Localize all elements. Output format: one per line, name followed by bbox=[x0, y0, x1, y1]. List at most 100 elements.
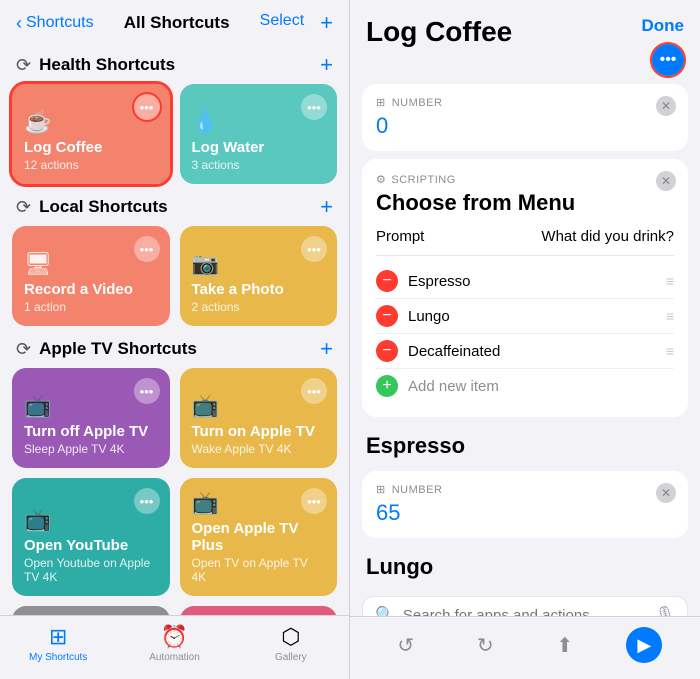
add-shortcut-button[interactable]: + bbox=[320, 12, 333, 34]
chevron-left-icon: ‹ bbox=[16, 13, 22, 34]
redo-button[interactable]: ↻ bbox=[467, 627, 503, 663]
take-photo-card[interactable]: 📷 Take a Photo 2 actions ••• bbox=[180, 226, 338, 326]
tab-gallery[interactable]: ⬡ Gallery bbox=[233, 624, 349, 663]
prompt-value[interactable]: What did you drink? bbox=[541, 228, 674, 245]
log-water-menu-button[interactable]: ••• bbox=[301, 94, 327, 120]
open-apple-music-card[interactable]: 📺 Open Apple Music Open Music on Apple T… bbox=[12, 606, 170, 615]
right-content: ⊞ NUMBER 0 ✕ ⚙ SCRIPTING Choose from Men… bbox=[350, 84, 700, 616]
appletv-section-header: ⟳ Apple TV Shortcuts + bbox=[12, 326, 337, 368]
espresso-number-label: ⊞ NUMBER bbox=[376, 483, 674, 496]
scripting-badge: ⚙ SCRIPTING bbox=[376, 173, 674, 186]
log-water-count: 3 actions bbox=[192, 158, 326, 172]
decaffeinated-label: Decaffeinated bbox=[408, 343, 656, 360]
turn-off-tv-menu-button[interactable]: ••• bbox=[134, 378, 160, 404]
add-menu-item-button[interactable]: + bbox=[376, 375, 398, 397]
add-menu-item-row: + Add new item bbox=[376, 369, 674, 403]
open-youtube-menu-button[interactable]: ••• bbox=[134, 488, 160, 514]
turn-off-tv-count: Sleep Apple TV 4K bbox=[24, 442, 158, 456]
open-appletv-plus-count: Open TV on Apple TV 4K bbox=[192, 556, 326, 584]
local-add-button[interactable]: + bbox=[320, 196, 333, 218]
turn-on-tv-menu-button[interactable]: ••• bbox=[301, 378, 327, 404]
appletv-shortcuts-grid: 📺 Turn off Apple TV Sleep Apple TV 4K ••… bbox=[12, 368, 337, 615]
divider-1 bbox=[376, 255, 674, 256]
record-video-count: 1 action bbox=[24, 300, 158, 314]
back-button[interactable]: ‹ Shortcuts bbox=[16, 13, 94, 34]
remove-espresso-button[interactable]: − bbox=[376, 270, 398, 292]
espresso-section: Espresso bbox=[362, 425, 688, 467]
right-header: Log Coffee Done ••• bbox=[350, 0, 700, 84]
turn-on-tv-name: Turn on Apple TV bbox=[192, 423, 326, 440]
menu-item-espresso: − Espresso ≡ bbox=[376, 264, 674, 299]
number-value[interactable]: 0 bbox=[376, 113, 388, 138]
search-input[interactable] bbox=[403, 607, 647, 617]
search-bar[interactable]: 🔍 🎙 bbox=[362, 596, 688, 616]
scripting-badge-icon: ⚙ bbox=[376, 173, 386, 186]
more-options-button[interactable]: ••• bbox=[652, 44, 684, 76]
number-dismiss-button[interactable]: ✕ bbox=[656, 96, 676, 116]
tab-automation[interactable]: ⏰ Automation bbox=[116, 624, 232, 663]
take-photo-menu-button[interactable]: ••• bbox=[301, 236, 327, 262]
log-coffee-count: 12 actions bbox=[24, 158, 158, 172]
left-panel: ‹ Shortcuts All Shortcuts Select + ⟳ Hea… bbox=[0, 0, 350, 679]
open-appletv-plus-card[interactable]: 📺 Open Apple TV Plus Open TV on Apple TV… bbox=[180, 478, 338, 596]
number-label: ⊞ NUMBER bbox=[376, 96, 674, 109]
number-grid-icon: ⊞ bbox=[376, 96, 386, 109]
open-youtube-icon: 📺 bbox=[24, 507, 158, 533]
espresso-number-value[interactable]: 65 bbox=[376, 500, 400, 525]
log-coffee-menu-button[interactable]: ••• bbox=[134, 94, 160, 120]
menu-item-lungo: − Lungo ≡ bbox=[376, 299, 674, 334]
done-button[interactable]: Done bbox=[642, 16, 685, 36]
log-water-card[interactable]: 💧 Log Water 3 actions ••• bbox=[180, 84, 338, 184]
remove-lungo-button[interactable]: − bbox=[376, 305, 398, 327]
record-video-card[interactable]: 🖥 Record a Video 1 action ••• bbox=[12, 226, 170, 326]
tab-bar: ⊞ My Shortcuts ⏰ Automation ⬡ Gallery bbox=[0, 615, 349, 679]
remove-decaffeinated-button[interactable]: − bbox=[376, 340, 398, 362]
appletv-section-icon: ⟳ bbox=[16, 339, 31, 360]
health-add-button[interactable]: + bbox=[320, 54, 333, 76]
espresso-number-dismiss-button[interactable]: ✕ bbox=[656, 483, 676, 503]
lungo-section: Lungo bbox=[362, 546, 688, 588]
take-photo-count: 2 actions bbox=[192, 300, 326, 314]
open-hbo-card[interactable]: 📺 Open HBO GO Open HBO GO on Apple ••• bbox=[180, 606, 338, 615]
my-shortcuts-label: My Shortcuts bbox=[29, 652, 87, 663]
record-video-menu-button[interactable]: ••• bbox=[134, 236, 160, 262]
lungo-label: Lungo bbox=[408, 308, 656, 325]
scripting-action-card: ⚙ SCRIPTING Choose from Menu ✕ Prompt Wh… bbox=[362, 159, 688, 417]
mic-icon[interactable]: 🎙 bbox=[655, 605, 675, 616]
select-button[interactable]: Select bbox=[260, 12, 304, 34]
decaffeinated-drag-handle[interactable]: ≡ bbox=[666, 343, 674, 359]
appletv-add-button[interactable]: + bbox=[320, 338, 333, 360]
top-nav: ‹ Shortcuts All Shortcuts Select + bbox=[0, 0, 349, 42]
gallery-icon: ⬡ bbox=[281, 624, 300, 650]
local-section-title: Local Shortcuts bbox=[39, 197, 167, 217]
log-water-name: Log Water bbox=[192, 139, 326, 156]
lungo-drag-handle[interactable]: ≡ bbox=[666, 308, 674, 324]
right-panel: Log Coffee Done ••• ⊞ NUMBER 0 ✕ ⚙ SCRIP… bbox=[350, 0, 700, 679]
tab-my-shortcuts[interactable]: ⊞ My Shortcuts bbox=[0, 624, 116, 663]
local-section-header: ⟳ Local Shortcuts + bbox=[12, 184, 337, 226]
health-section-title: Health Shortcuts bbox=[39, 55, 175, 75]
share-button[interactable]: ⬆ bbox=[547, 627, 583, 663]
open-appletv-plus-menu-button[interactable]: ••• bbox=[301, 488, 327, 514]
shortcut-detail-title: Log Coffee bbox=[366, 16, 512, 48]
my-shortcuts-icon: ⊞ bbox=[49, 624, 67, 650]
add-item-label: Add new item bbox=[408, 378, 499, 395]
espresso-drag-handle[interactable]: ≡ bbox=[666, 273, 674, 289]
log-coffee-card[interactable]: ☕ Log Coffee 12 actions ••• bbox=[12, 84, 170, 184]
gallery-label: Gallery bbox=[275, 652, 307, 663]
scripting-dismiss-button[interactable]: ✕ bbox=[656, 171, 676, 191]
back-label: Shortcuts bbox=[26, 14, 94, 32]
run-button[interactable]: ▶ bbox=[626, 627, 662, 663]
nav-title: All Shortcuts bbox=[124, 13, 230, 33]
turn-off-tv-card[interactable]: 📺 Turn off Apple TV Sleep Apple TV 4K ••… bbox=[12, 368, 170, 468]
undo-button[interactable]: ↺ bbox=[388, 627, 424, 663]
open-youtube-card[interactable]: 📺 Open YouTube Open Youtube on Apple TV … bbox=[12, 478, 170, 596]
turn-on-tv-card[interactable]: 📺 Turn on Apple TV Wake Apple TV 4K ••• bbox=[180, 368, 338, 468]
health-section-icon: ⟳ bbox=[16, 55, 31, 76]
menu-item-decaffeinated: − Decaffeinated ≡ bbox=[376, 334, 674, 369]
automation-icon: ⏰ bbox=[161, 624, 188, 650]
health-shortcuts-grid: ☕ Log Coffee 12 actions ••• 💧 Log Water … bbox=[12, 84, 337, 184]
prompt-label: Prompt bbox=[376, 228, 424, 245]
espresso-label: Espresso bbox=[408, 273, 656, 290]
automation-label: Automation bbox=[149, 652, 200, 663]
